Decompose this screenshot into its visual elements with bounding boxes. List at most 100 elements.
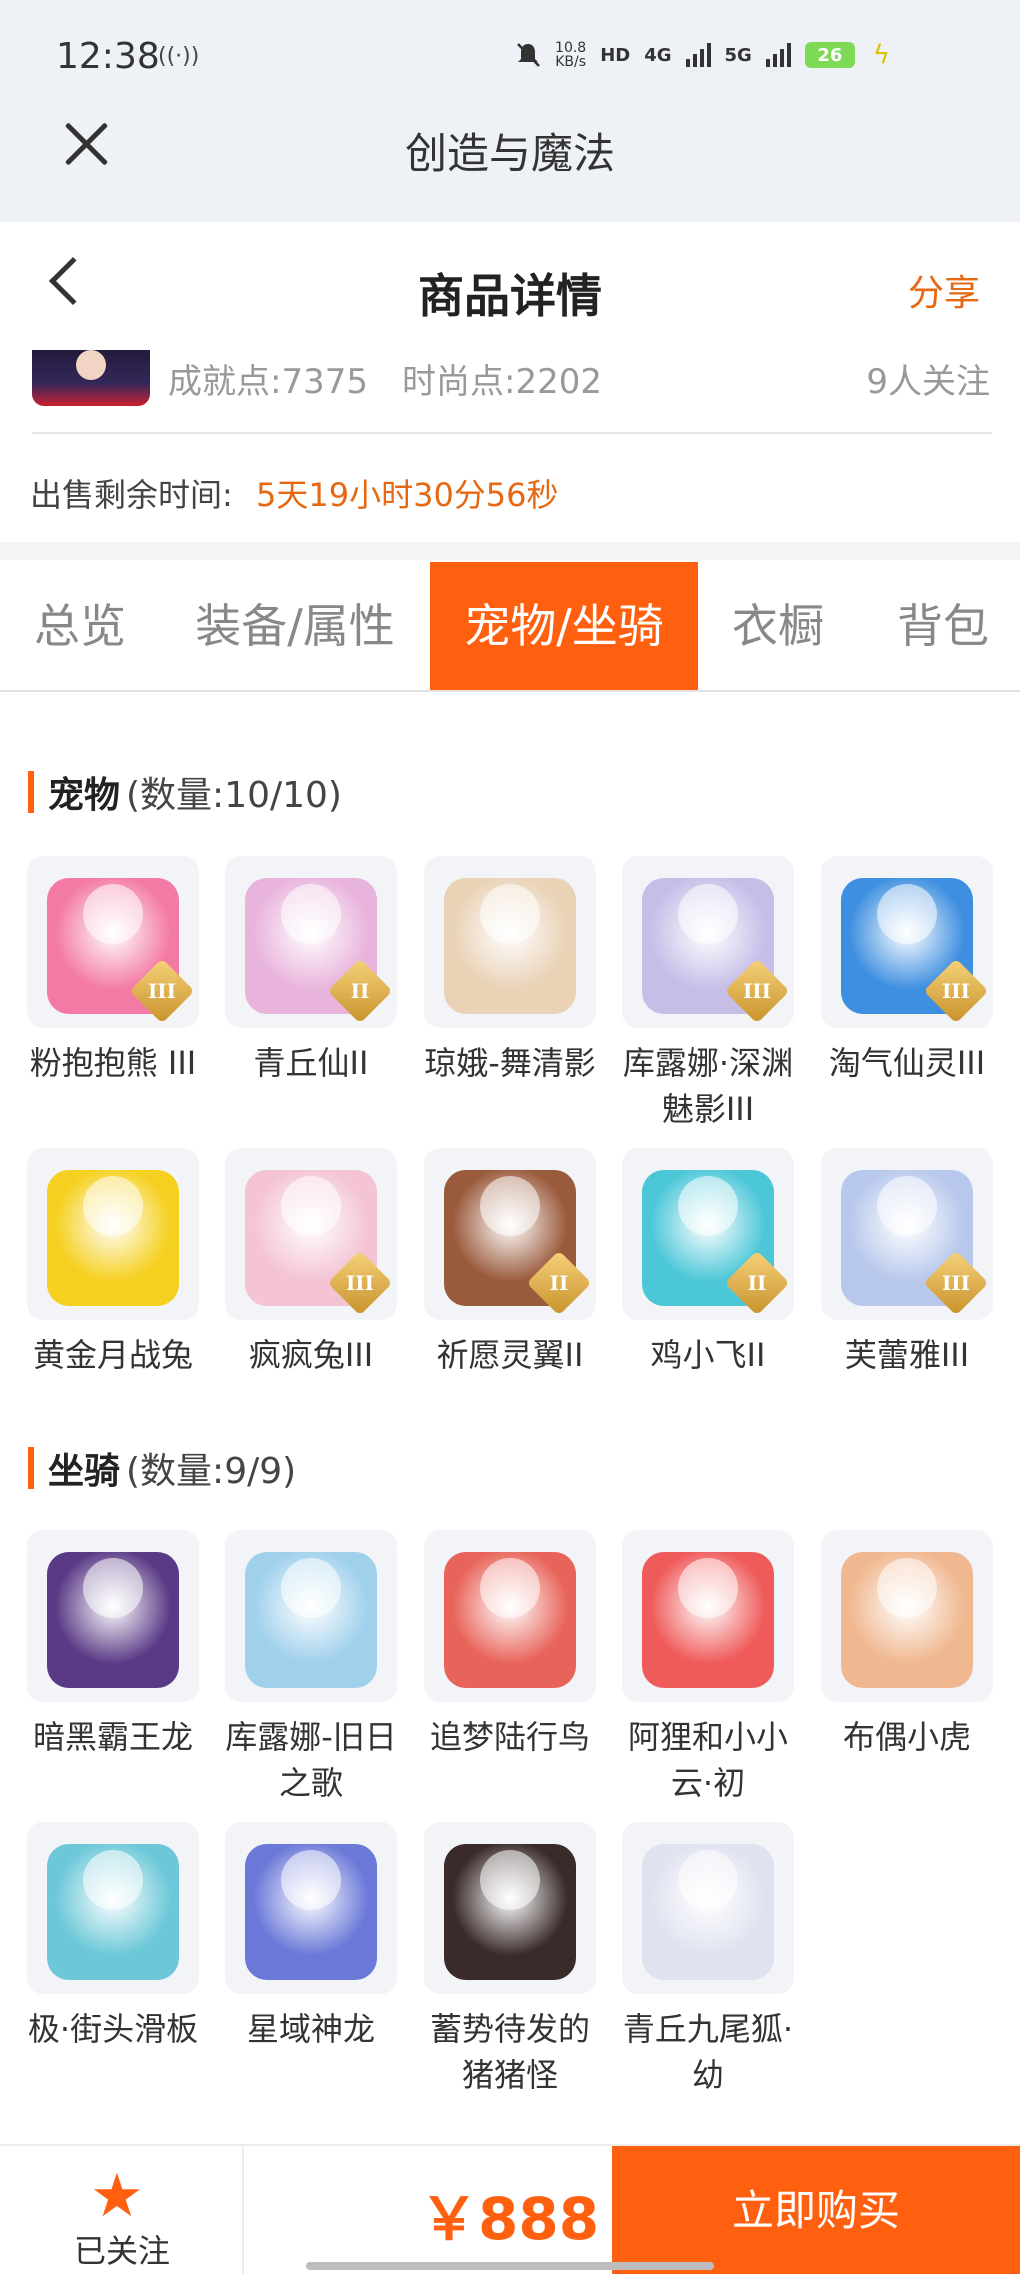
item-thumbnail: III [821, 1148, 993, 1320]
share-button[interactable]: 分享 [908, 264, 980, 316]
tab-backpack[interactable]: 背包 [868, 562, 1018, 690]
home-indicator[interactable] [306, 2262, 714, 2270]
tier-label: II [350, 979, 370, 1003]
network-speed-unit: KB/s [555, 54, 587, 70]
hd-badge: HD [600, 44, 631, 66]
item-card[interactable]: II 青丘仙II [225, 856, 397, 1086]
item-thumbnail [622, 1530, 794, 1702]
item-card[interactable]: III 库露娜·深渊魅影III [622, 856, 794, 1132]
item-name: 库露娜·深渊魅影III [622, 1044, 794, 1128]
item-thumbnail [27, 1148, 199, 1320]
tab-wardrobe[interactable]: 衣橱 [712, 562, 844, 690]
item-thumbnail [424, 856, 596, 1028]
item-thumbnail [622, 1822, 794, 1994]
item-artwork-highlight [83, 1850, 143, 1910]
item-thumbnail: III [821, 856, 993, 1028]
item-artwork-highlight [678, 1850, 738, 1910]
item-name: 库露娜-旧日之歌 [225, 1718, 397, 1802]
price: ￥888 [420, 2185, 600, 2253]
tier-badge-icon: III [923, 1250, 989, 1316]
item-thumbnail: III [27, 856, 199, 1028]
item-name: 追梦陆行鸟 [429, 1718, 590, 1756]
item-name: 阿狸和小小云·初 [627, 1718, 788, 1802]
tab-pets-mounts[interactable]: 宠物/坐骑 [430, 562, 698, 690]
item-card[interactable]: 黄金月战兔 [27, 1148, 199, 1378]
item-card[interactable]: 极·街头滑板 [27, 1822, 199, 2052]
item-card[interactable]: II 鸡小飞II [622, 1148, 794, 1378]
tier-label: III [742, 979, 772, 1003]
section-gap [0, 542, 1020, 560]
item-thumbnail [225, 1822, 397, 1994]
item-thumbnail: II [225, 856, 397, 1028]
section-marker [28, 771, 34, 813]
tab-overview[interactable]: 总览 [0, 562, 160, 690]
battery-level: 26 [804, 42, 855, 68]
follow-button[interactable]: ★ 已关注 [0, 2146, 244, 2274]
page-title: 商品详情 [418, 269, 602, 323]
page-header: 商品详情 分享 [0, 222, 1020, 352]
item-thumbnail [424, 1822, 596, 1994]
item-card[interactable]: III 淘气仙灵III [821, 856, 993, 1086]
item-card[interactable]: 青丘九尾狐·幼 [622, 1822, 794, 2098]
network-speed: 10.8 KB/s [555, 41, 586, 69]
item-artwork-highlight [281, 884, 341, 944]
tier-badge-icon: III [923, 958, 989, 1024]
star-icon: ★ [90, 2161, 144, 2231]
tier-label: III [941, 1271, 971, 1295]
item-name: 疯疯兔III [248, 1336, 374, 1374]
hotspot-icon: ((·)) [158, 44, 200, 69]
fashion-points: 时尚点:2202 [402, 362, 602, 402]
item-card[interactable]: III 疯疯兔III [225, 1148, 397, 1378]
item-card[interactable]: 布偶小虎 [821, 1530, 993, 1760]
item-card[interactable]: III 粉抱抱熊 III [27, 856, 199, 1086]
pets-count: (数量:10/10) [126, 775, 342, 816]
item-card[interactable]: 琼娥-舞清影 [424, 856, 596, 1086]
item-name: 极·街头滑板 [27, 2010, 199, 2048]
tier-label: II [747, 1271, 767, 1295]
item-name: 黄金月战兔 [32, 1336, 193, 1374]
item-name: 淘气仙灵III [828, 1044, 986, 1082]
achievement-points: 成就点:7375 [168, 362, 368, 402]
item-artwork-highlight [83, 1558, 143, 1618]
item-card[interactable]: II 祈愿灵翼II [424, 1148, 596, 1378]
buy-now-button[interactable]: 立即购买 [612, 2146, 1020, 2274]
item-artwork-highlight [281, 1176, 341, 1236]
sale-remaining-time: 5天19小时30分56秒 [256, 476, 559, 514]
section-marker [28, 1447, 34, 1489]
pets-title: 宠物 [48, 775, 121, 816]
item-card[interactable]: 追梦陆行鸟 [424, 1530, 596, 1760]
item-artwork-highlight [480, 1176, 540, 1236]
item-artwork-highlight [480, 1850, 540, 1910]
item-artwork-highlight [678, 884, 738, 944]
tab-equipment[interactable]: 装备/属性 [180, 562, 410, 690]
tier-badge-icon: III [129, 958, 195, 1024]
item-artwork-highlight [480, 1558, 540, 1618]
item-name: 星域神龙 [246, 2010, 375, 2048]
item-card[interactable]: 星域神龙 [225, 1822, 397, 2052]
tier-label: III [147, 979, 177, 1003]
network-5g: 5G [724, 44, 752, 66]
item-thumbnail [424, 1530, 596, 1702]
tier-badge-icon: III [327, 1250, 393, 1316]
item-thumbnail [821, 1530, 993, 1702]
item-card[interactable]: 暗黑霸王龙 [27, 1530, 199, 1760]
network-4g: 4G [644, 44, 672, 66]
item-name: 蓄势待发的猪猪怪 [429, 2010, 590, 2094]
avatar [32, 350, 150, 406]
item-card[interactable]: 阿狸和小小云·初 [622, 1530, 794, 1806]
bell-muted-icon [517, 43, 540, 67]
divider [32, 432, 992, 434]
item-name: 祈愿灵翼II [436, 1336, 584, 1374]
item-artwork-highlight [877, 884, 937, 944]
pets-section-header: 宠物 (数量:10/10) [28, 766, 342, 818]
mounts-section-header: 坐骑 (数量:9/9) [28, 1442, 296, 1494]
signal-icon-2 [765, 43, 791, 67]
item-card[interactable]: 蓄势待发的猪猪怪 [424, 1822, 596, 2098]
item-card[interactable]: III 芙蕾雅III [821, 1148, 993, 1378]
item-artwork-highlight [281, 1850, 341, 1910]
item-name: 青丘九尾狐·幼 [622, 2010, 794, 2094]
item-name: 鸡小飞II [650, 1336, 766, 1374]
tier-badge-icon: II [327, 958, 393, 1024]
item-card[interactable]: 库露娜-旧日之歌 [225, 1530, 397, 1806]
item-artwork-highlight [281, 1558, 341, 1618]
